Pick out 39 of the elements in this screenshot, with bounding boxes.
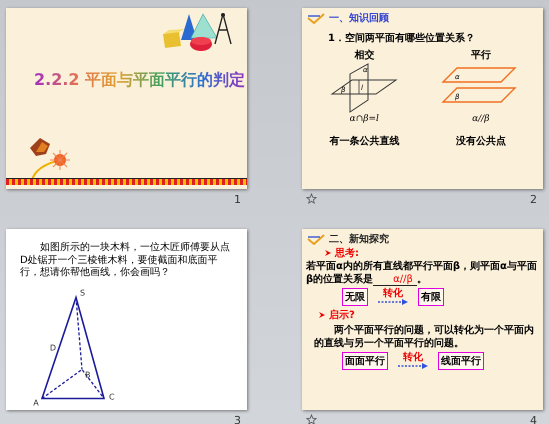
arrow-icon [398, 363, 428, 369]
slide-thumbnail[interactable]: 如图所示的一块木料，一位木匠师傅要从点D处锯开一个三棱锥木料，要使截面和底面平行，想请你帮他画线，你会画吗？ S D B A C [6, 229, 247, 410]
animation-star-icon[interactable] [306, 193, 317, 204]
arrow-icon [378, 299, 408, 305]
transform-label: 转化 [403, 353, 423, 363]
case-label: 相交 [354, 48, 374, 62]
question-text: 若平面α内的所有直线都平行平面β，则平面α与平面β的位置关系是 α//β 。 [306, 261, 538, 286]
term-box: 面面平行 [342, 352, 388, 370]
slide-title: 2.2.2 平面与平面平行的判定 [34, 70, 246, 91]
section-heading: 一、知识回顾 [329, 12, 389, 25]
formula-text: α∩β=l [350, 114, 379, 124]
point-label: S [80, 288, 86, 297]
prompt-label: 思考: [335, 246, 359, 260]
prompt-label: 启示? [329, 308, 355, 322]
answer-blank: α//β [373, 274, 417, 286]
point-label: C [109, 392, 115, 401]
case-label: 平行 [470, 48, 491, 62]
section-heading: 二、新知探究 [329, 232, 389, 246]
caption-text: 有一条公共直线 [329, 134, 400, 148]
slide-number: 4 [530, 414, 538, 424]
point-label: D [50, 343, 56, 352]
caption-text: 没有公共点 [456, 134, 506, 148]
animation-star-icon[interactable] [306, 414, 317, 424]
slide-thumbnail[interactable]: 二、新知探究 思考: 若平面α内的所有直线都平行平面β，则平面α与平面β的位置关系是 α//β 。 无限 转化 有限 启示? 两个平面平行的问题，可以转化为一个平面内的直线与另一个平面平行的问题。 面面平行 转化 线面平行 [302, 229, 543, 410]
formula-text: α//β [472, 114, 490, 124]
transform-label: 转化 [383, 289, 403, 299]
term-box: 无限 [342, 288, 368, 306]
paragraph-text: 两个平面平行的问题，可以转化为一个平面内的直线与另一个平面平行的问题。 [314, 324, 535, 350]
question-text: 1．空间两平面有哪些位置关系？ [328, 32, 476, 45]
slide-number: 2 [530, 193, 538, 206]
arrow-bullet-icon [324, 249, 332, 257]
term-box: 有限 [418, 288, 444, 306]
slide-number: 3 [234, 414, 242, 424]
problem-text: 如图所示的一块木料，一位木匠师傅要从点D处锯开一个三棱锥木料，要使截面和底面平行，想请你帮他画线，你会画吗？ [20, 242, 231, 280]
slide-number: 1 [234, 193, 242, 206]
point-label: B [85, 370, 90, 379]
arrow-bullet-icon [318, 311, 326, 319]
point-label: A [33, 398, 39, 407]
term-box: 线面平行 [438, 352, 484, 370]
